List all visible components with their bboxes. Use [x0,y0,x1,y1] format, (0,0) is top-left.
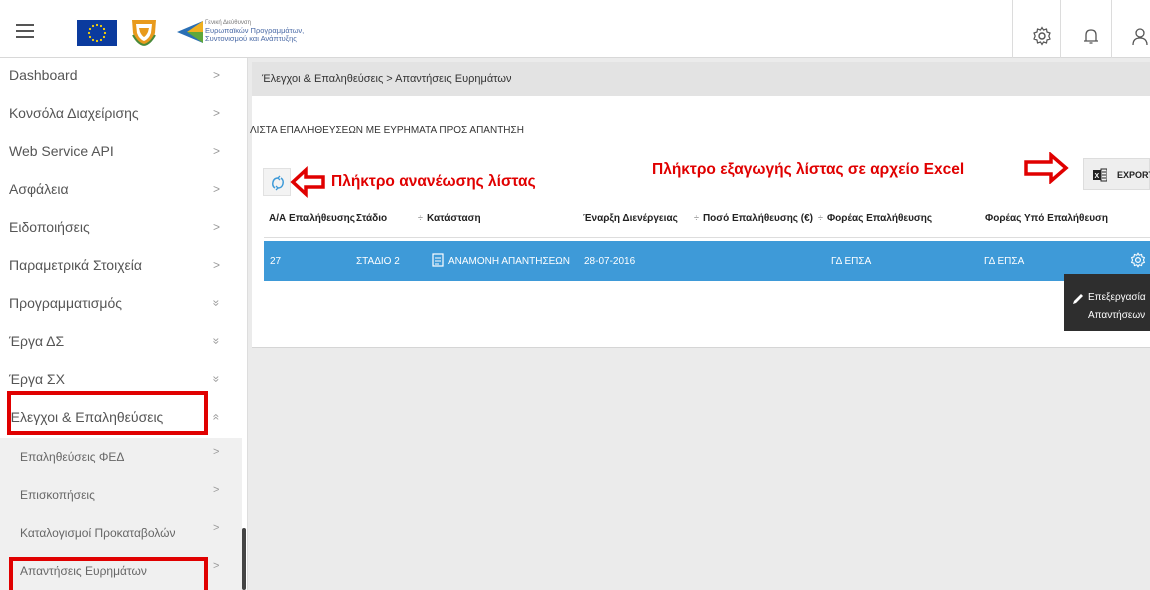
menu-item-label: Απαντήσεων [1088,310,1146,321]
sidebar-item-label: Κονσόλα Διαχείρισης [9,105,139,121]
sidebar: Dashboard > Κονσόλα Διαχείρισης > Web Serv… [0,58,248,590]
column-header[interactable]: Στάδιο [356,213,387,224]
eu-flag-logo [77,20,117,46]
chevron-right-icon: > [213,144,221,158]
notification-bell-icon[interactable] [1081,26,1101,46]
sidebar-subitem-reviews[interactable]: Επισκοπήσεις > [0,476,242,514]
divider [264,237,1150,238]
sidebar-item-label: Web Service API [9,143,114,159]
edit-responses-menu[interactable]: Επεξεργασία Απαντήσεων [1064,274,1150,331]
breadcrumb-bar: Έλεγχοι & Επαληθεύσεις > Απαντήσεις Ευρη… [252,62,1150,96]
sidebar-subitem-advance-charges[interactable]: Καταλογισμοί Προκαταβολών > [0,514,242,552]
chevron-right-icon: > [213,68,221,82]
chevron-double-down-icon: » [209,375,224,383]
cell-stage: ΣΤΑΔΙΟ 2 [356,256,400,267]
menu-item-label: Επεξεργασία [1088,292,1146,303]
chevron-double-up-icon: « [209,413,224,421]
sort-icon: ÷ [818,213,823,223]
red-arrow-right-icon [1024,152,1069,184]
breadcrumb: Έλεγχοι & Επαληθεύσεις > Απαντήσεις Ευρη… [262,73,512,85]
sidebar-subitem-label: Επισκοπήσεις [20,488,95,502]
user-profile-icon[interactable] [1130,26,1150,46]
excel-icon: X [1093,168,1107,182]
column-header-verifier[interactable]: ÷ Φορέας Επαλήθευσης [818,213,932,224]
sidebar-item-label: Dashboard [9,67,78,83]
settings-gear-icon[interactable] [1032,26,1052,46]
hamburger-menu-icon[interactable] [16,24,34,38]
export-button[interactable]: X EXPORT [1083,158,1150,190]
column-header-amount[interactable]: ÷ Ποσό Επαλήθευσης (€) [694,213,813,224]
column-header[interactable]: Έναρξη Διενέργειας [583,213,678,224]
sidebar-item-label: Ασφάλεια [9,181,69,197]
divider [1111,0,1112,58]
sidebar-subitem-label: Επαληθεύσεις ΦΕΔ [20,450,125,464]
sidebar-item-dashboard[interactable]: Dashboard > [0,58,248,96]
table-row[interactable]: 27 ΣΤΑΔΙΟ 2 ΑΝΑΜΟΝΗ ΑΠΑΝΤΗΣΕΩΝ 28-07-201… [264,241,1150,281]
cell-verifier: ΓΔ ΕΠΣΑ [831,256,872,267]
column-header[interactable]: Φορέας Υπό Επαλήθευση [985,213,1108,224]
sidebar-item-label: Έργα ΣΧ [9,371,65,387]
page-title: ΛΙΣΤΑ ΕΠΑΛΗΘΕΥΣΕΩΝ ΜΕ ΕΥΡΗΜΑΤΑ ΠΡΟΣ ΑΠΑΝ… [250,125,524,136]
chevron-right-icon: > [213,560,220,572]
column-header-status[interactable]: ÷ Κατάσταση [418,213,481,224]
cell-verified: ΓΔ ΕΠΣΑ [984,256,1025,267]
chevron-right-icon: > [213,484,220,496]
sidebar-item-label: Έργα ΔΣ [9,333,65,349]
sidebar-item-label: Προγραμματισμός [9,295,123,311]
sidebar-subitem-fed-verifications[interactable]: Επαληθεύσεις ΦΕΔ > [0,438,242,476]
chevron-right-icon: > [213,446,220,458]
chevron-right-icon: > [213,182,221,196]
chevron-right-icon: > [213,522,220,534]
top-bar: Γενική Διεύθυνση Ευρωπαϊκών Προγραμμάτων… [0,0,1150,58]
sidebar-item-web-service-api[interactable]: Web Service API > [0,134,248,172]
ministry-logo [175,19,205,45]
sidebar-item-parameters[interactable]: Παραμετρικά Στοιχεία > [0,248,248,286]
sort-icon: ÷ [418,213,423,223]
cell-status: ΑΝΑΜΟΝΗ ΑΠΑΝΤΗΣΕΩΝ [448,256,571,267]
refresh-icon [272,175,284,191]
refresh-button[interactable] [263,168,291,196]
divider [1012,0,1013,58]
sidebar-item-label: Παραμετρικά Στοιχεία [9,257,142,273]
chevron-right-icon: > [213,258,221,272]
divider [1060,0,1061,58]
cyprus-crest-logo [128,17,160,47]
column-header[interactable]: Α/Α Επαλήθευσης [269,213,355,224]
cell-id: 27 [270,256,282,267]
export-annotation: Πλήκτρο εξαγωγής λίστας σε αρχείο Excel [652,161,965,178]
sidebar-item-admin-console[interactable]: Κονσόλα Διαχείρισης > [0,96,248,134]
chevron-right-icon: > [213,220,221,234]
export-label: EXPORT [1117,170,1150,180]
row-actions-gear-icon[interactable] [1130,252,1146,268]
chevron-double-down-icon: » [209,299,224,307]
svg-text:X: X [1095,173,1100,180]
sidebar-item-security[interactable]: Ασφάλεια > [0,172,248,210]
sidebar-item-label: Ειδοποιήσεις [9,219,90,235]
cell-start-date: 28-07-2016 [584,256,636,267]
sidebar-item-notifications[interactable]: Ειδοποιήσεις > [0,210,248,248]
chevron-right-icon: > [213,106,221,120]
document-icon [432,253,444,270]
sidebar-item-projects-ds[interactable]: Έργα ΔΣ » [0,324,248,362]
highlight-box-controls [7,391,208,435]
sidebar-item-programming[interactable]: Προγραμματισμός » [0,286,248,324]
refresh-annotation: Πλήκτρο ανανέωσης λίστας [331,173,536,190]
red-arrow-left-icon [290,166,325,198]
sidebar-subitem-label: Καταλογισμοί Προκαταβολών [20,526,176,540]
sidebar-scrollbar[interactable] [242,528,246,590]
pencil-icon [1073,294,1083,304]
chevron-double-down-icon: » [209,337,224,345]
highlight-box-findings-responses [9,557,208,590]
ministry-name: Γενική Διεύθυνση Ευρωπαϊκών Προγραμμάτων… [205,20,305,43]
sort-icon: ÷ [694,213,699,223]
